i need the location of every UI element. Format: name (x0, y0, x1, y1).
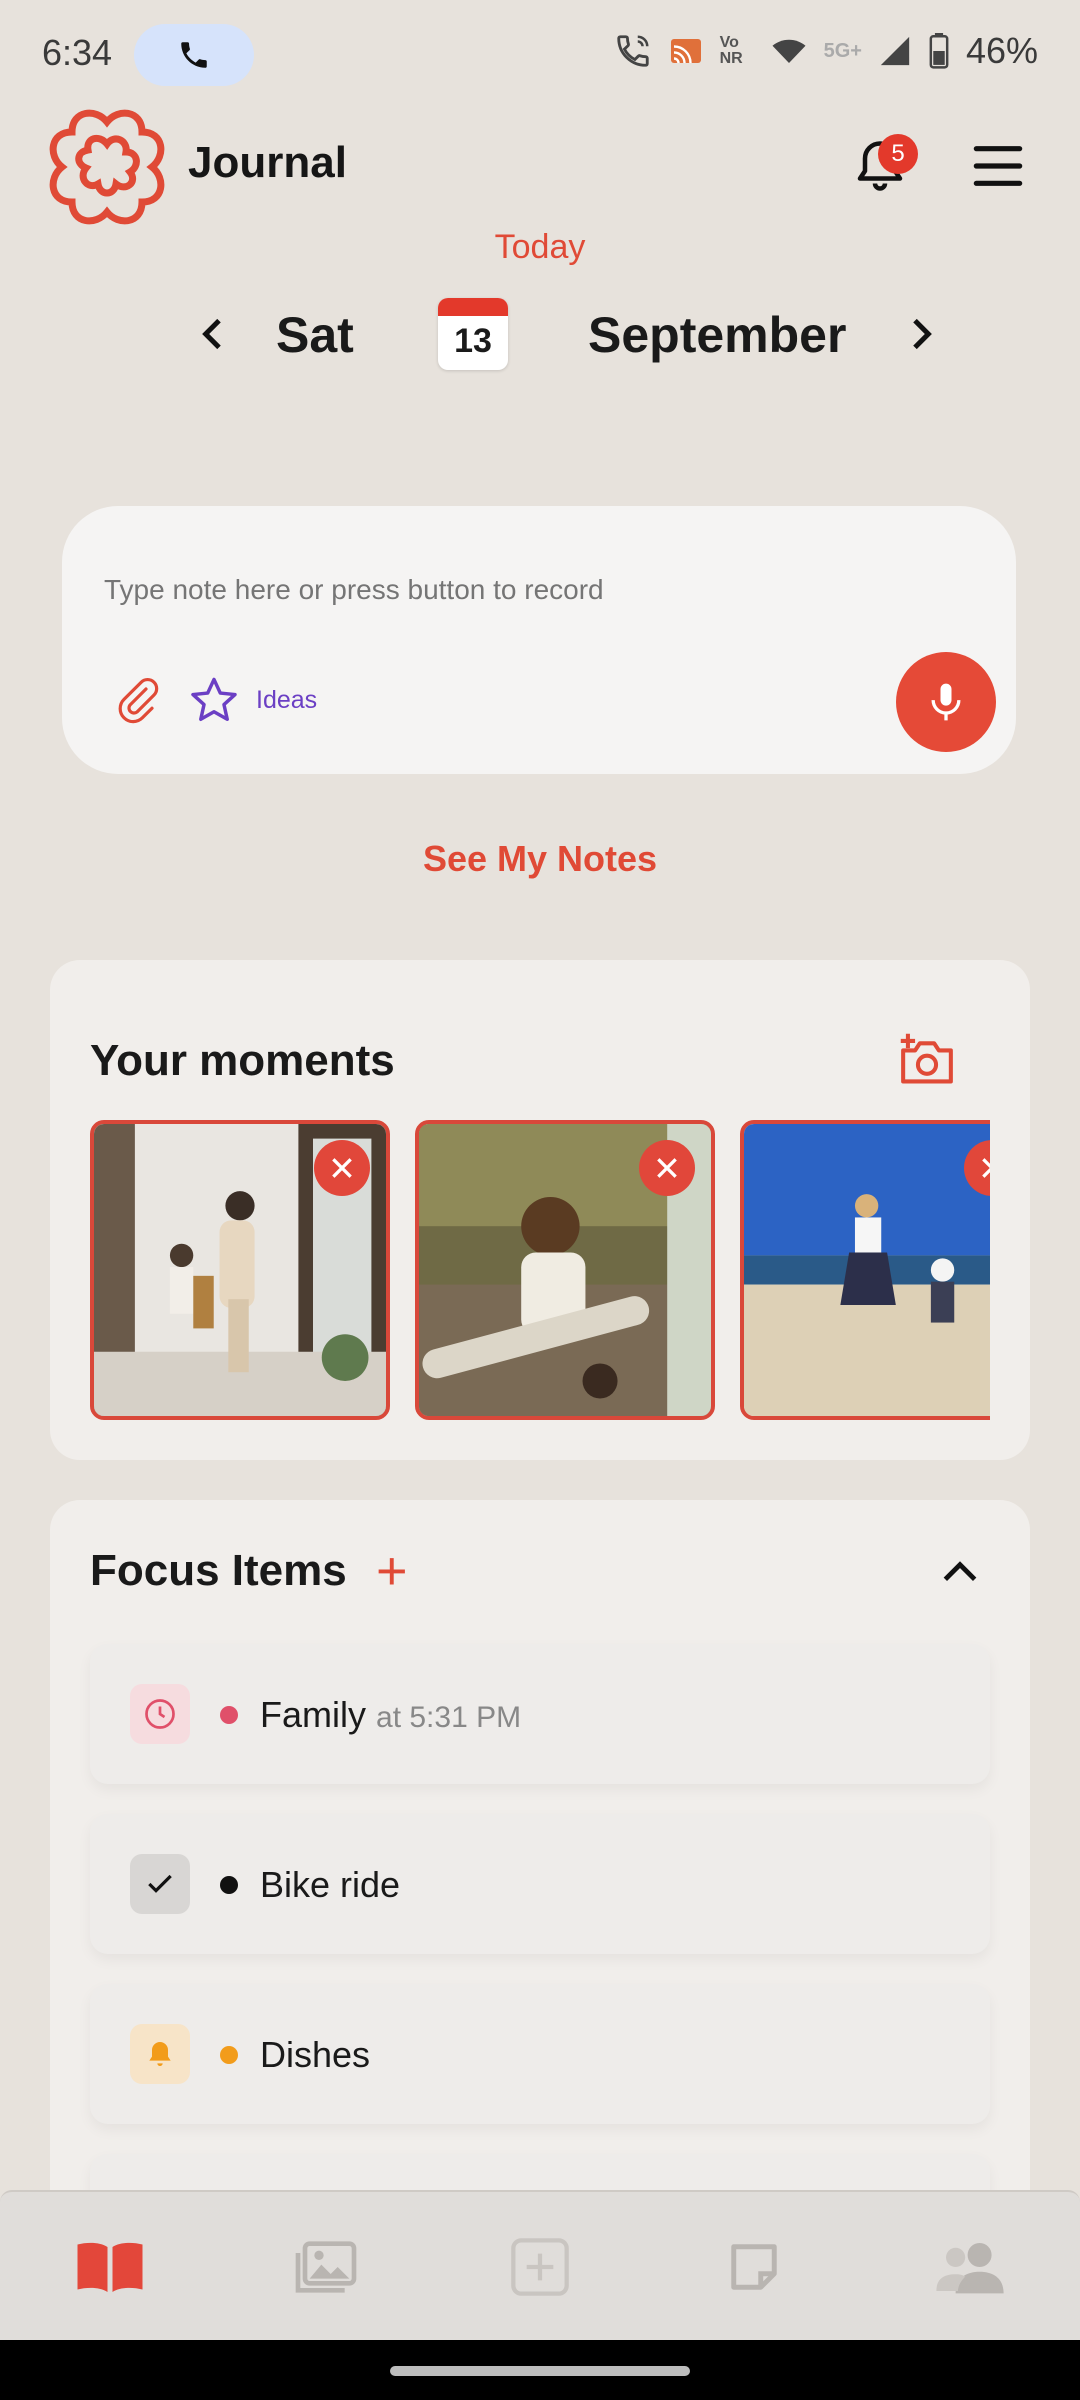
wifi-icon (772, 39, 806, 63)
menu-icon[interactable] (972, 140, 1024, 192)
note-card: Ideas (62, 506, 1016, 774)
notification-badge: 5 (878, 134, 918, 174)
nav-community[interactable] (930, 2232, 1010, 2302)
phone-icon (181, 42, 207, 68)
note-input[interactable] (104, 574, 884, 606)
nav-journal[interactable] (70, 2232, 150, 2302)
close-icon (657, 1158, 677, 1178)
community-icon (936, 2243, 1004, 2294)
add-focus-item-button[interactable]: + (376, 1544, 408, 1598)
calendar-header (438, 298, 508, 316)
cast-icon (670, 39, 701, 64)
nav-add[interactable] (500, 2232, 580, 2302)
microphone-icon (931, 683, 961, 721)
focus-item-title: Family (260, 1694, 366, 1735)
battery-percent: 46% (965, 30, 1038, 71)
notes-icon (731, 2244, 777, 2290)
status-bar: 6:34 Vo NR 5G+ 46% (0, 0, 1080, 110)
focus-item-time: at 5:31 PM (376, 1701, 522, 1734)
app-title: Journal (188, 138, 347, 187)
focus-item-label: Family at 5:31 PM (260, 1694, 521, 1736)
network-5g-label: 5G+ (823, 40, 862, 62)
see-my-notes-link[interactable]: See My Notes (0, 838, 1080, 880)
volte-icon: Vo NR (719, 34, 743, 67)
journal-icon (77, 2242, 143, 2292)
bottom-navigation (0, 2190, 1080, 2340)
record-button[interactable] (896, 652, 996, 752)
focus-item[interactable]: Dishes (90, 1984, 990, 2124)
nav-notes[interactable] (714, 2232, 794, 2302)
moments-title: Your moments (90, 1036, 395, 1085)
add-photo-icon[interactable] (896, 1030, 958, 1090)
status-time: 6:34 (42, 32, 113, 73)
nav-gallery[interactable] (286, 2232, 366, 2302)
battery-icon (929, 33, 949, 69)
month-name: September (588, 307, 847, 363)
status-dot (220, 1876, 238, 1894)
close-icon (332, 1158, 352, 1178)
remove-photo-button[interactable] (314, 1140, 370, 1196)
chevron-up-icon[interactable] (938, 1550, 982, 1594)
calendar-button[interactable]: 13 (438, 298, 508, 370)
moments-card: Your moments (50, 960, 1030, 1460)
focus-item-title: Bike ride (260, 1864, 401, 1905)
attachment-icon[interactable] (114, 674, 162, 728)
remove-photo-button[interactable] (639, 1140, 695, 1196)
focus-item[interactable]: Family at 5:31 PM (90, 1644, 990, 1784)
chevron-right-icon[interactable] (900, 312, 940, 356)
day-name: Sat (276, 307, 354, 363)
bell-icon (130, 2024, 190, 2084)
focus-items-title: Focus Items (90, 1546, 347, 1595)
today-label[interactable]: Today (0, 228, 1080, 267)
clock-icon (130, 1684, 190, 1744)
moments-strip[interactable] (90, 1120, 990, 1420)
photo-image (744, 1124, 990, 1416)
focus-items-card: Focus Items + Family at 5:31 PM Bike rid… (50, 1500, 1030, 2220)
ongoing-call-pill[interactable] (134, 24, 254, 86)
close-icon (982, 1158, 990, 1178)
date-selector: Sat 13 September (0, 290, 1080, 380)
check-icon[interactable] (130, 1854, 190, 1914)
calendar-day-number: 13 (454, 322, 492, 360)
chevron-left-icon[interactable] (194, 312, 234, 356)
signal-icon (880, 36, 910, 66)
gallery-icon (295, 2241, 357, 2293)
ideas-label[interactable]: Ideas (256, 686, 317, 715)
focus-item-title: Dishes (260, 2034, 371, 2075)
add-icon (511, 2238, 569, 2296)
wifi-calling-icon (616, 35, 649, 67)
status-dot (220, 1706, 238, 1724)
photo-child-log[interactable] (415, 1120, 715, 1420)
app-header: Journal (0, 100, 1080, 240)
photo-family-dance[interactable] (90, 1120, 390, 1420)
status-dot (220, 2046, 238, 2064)
status-icons: Vo NR 5G+ 46% (614, 30, 1038, 72)
focus-item[interactable]: Bike ride (90, 1814, 990, 1954)
logo-icon (49, 109, 165, 225)
home-indicator[interactable] (390, 2366, 690, 2376)
star-icon[interactable] (188, 674, 240, 726)
photo-beach-walk[interactable] (740, 1120, 990, 1420)
